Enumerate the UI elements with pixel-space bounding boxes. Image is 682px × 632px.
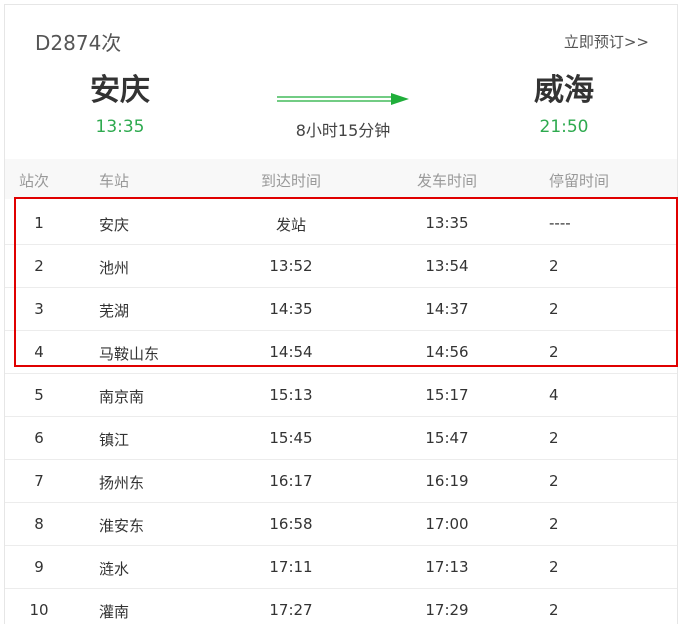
row-depart: 13:54 [425,257,469,275]
row-seq: 3 [34,300,44,318]
header-stay: 停留时间 [549,172,610,190]
row-station: 芜湖 [99,302,130,320]
departure-time: 13:35 [95,117,145,137]
row-arrive: 14:35 [269,300,313,318]
row-seq: 10 [29,601,49,619]
row-seq: 6 [34,429,44,447]
table-row: 3 芜湖 14:35 14:37 2 [5,288,677,331]
row-depart: 16:19 [425,472,469,490]
row-seq: 4 [34,343,44,361]
row-depart: 17:00 [425,515,469,533]
table-row: 5 南京南 15:13 15:17 4 [5,374,677,417]
row-stay: 2 [549,257,559,275]
row-station: 池州 [99,259,130,277]
row-station: 灌南 [99,603,130,621]
row-station: 涟水 [99,560,130,578]
row-depart: 15:17 [425,386,469,404]
row-stay: ---- [549,214,571,232]
train-detail-card: D2874次 立即预订>> 安庆 13:35 8小时15分钟 威海 21:50 … [4,4,678,624]
row-depart: 15:47 [425,429,469,447]
row-depart: 17:29 [425,601,469,619]
table-row: 4 马鞍山东 14:54 14:56 2 [5,331,677,374]
row-seq: 8 [34,515,44,533]
row-seq: 5 [34,386,44,404]
row-depart: 14:56 [425,343,469,361]
header-station: 车站 [99,172,130,190]
table-row: 6 镇江 15:45 15:47 2 [5,417,677,460]
stops-table-header: 站次 车站 到达时间 发车时间 停留时间 [5,159,677,199]
row-seq: 7 [34,472,44,490]
row-arrive: 15:13 [269,386,313,404]
row-stay: 2 [549,343,559,361]
departure-station-name: 安庆 [90,73,150,108]
row-station: 淮安东 [99,517,145,535]
row-seq: 1 [34,214,44,232]
arrival-station-name: 威海 [534,73,594,108]
row-depart: 17:13 [425,558,469,576]
row-arrive: 16:58 [269,515,313,533]
row-depart: 14:37 [425,300,469,318]
row-arrive: 13:52 [269,257,313,275]
header-depart: 发车时间 [416,172,477,190]
header-seq: 站次 [19,172,50,190]
row-stay: 4 [549,386,559,404]
row-station: 南京南 [99,388,145,406]
row-stay: 2 [549,300,559,318]
arrival-station-block: 威海 21:50 [499,71,629,137]
table-row: 9 涟水 17:11 17:13 2 [5,546,677,589]
travel-duration: 8小时15分钟 [295,121,391,140]
row-stay: 2 [549,558,559,576]
book-now-link[interactable]: 立即预订>> [564,31,649,52]
row-seq: 9 [34,558,44,576]
row-station: 安庆 [99,216,130,234]
row-depart: 13:35 [425,214,469,232]
row-station: 马鞍山东 [99,345,160,363]
row-stay: 2 [549,601,559,619]
table-row: 7 扬州东 16:17 16:19 2 [5,460,677,503]
row-arrive: 17:11 [269,558,313,576]
table-row: 10 灌南 17:27 17:29 2 [5,589,677,632]
arrival-time: 21:50 [539,117,589,137]
row-arrive: 16:17 [269,472,313,490]
row-arrive: 14:54 [269,343,313,361]
right-arrow-icon [275,91,411,105]
row-stay: 2 [549,472,559,490]
row-station: 扬州东 [99,474,145,492]
row-arrive: 15:45 [269,429,313,447]
row-stay: 2 [549,515,559,533]
table-row: 2 池州 13:52 13:54 2 [5,245,677,288]
header-arrive: 到达时间 [260,172,321,190]
row-arrive: 发站 [275,216,306,234]
row-arrive: 17:27 [269,601,313,619]
row-station: 镇江 [99,431,130,449]
train-number: D2874次 [35,31,122,55]
row-stay: 2 [549,429,559,447]
table-row: 1 安庆 发站 13:35 ---- [5,202,677,245]
table-row: 8 淮安东 16:58 17:00 2 [5,503,677,546]
stops-table-body: 1 安庆 发站 13:35 ---- 2 池州 13:52 13:54 2 3 … [5,202,677,632]
row-seq: 2 [34,257,44,275]
departure-station-block: 安庆 13:35 [55,71,185,137]
